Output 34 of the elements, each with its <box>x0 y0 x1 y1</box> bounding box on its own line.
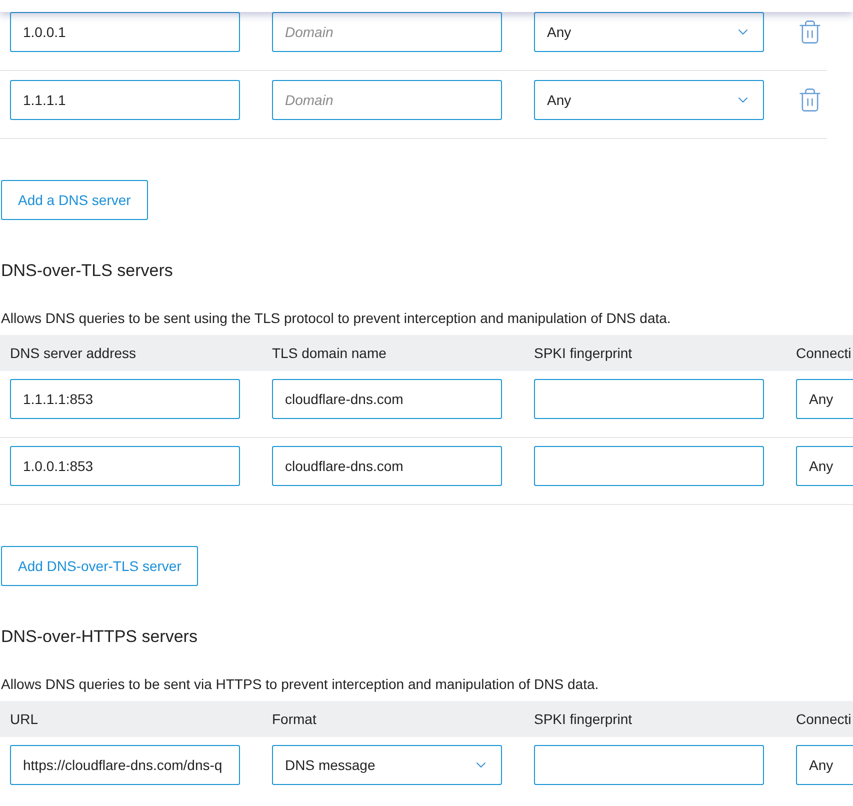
column-header: Format <box>272 710 318 728</box>
connection-select[interactable]: Any <box>796 745 853 785</box>
tls-domain-field[interactable]: cloudflare-dns.com <box>272 446 502 486</box>
address-field[interactable]: 1.1.1.1 <box>10 80 240 120</box>
column-header: SPKI fingerprint <box>534 710 634 729</box>
spki-field[interactable] <box>534 745 764 785</box>
address-field[interactable]: 1.0.0.1 <box>10 12 240 52</box>
section-title: DNS-over-TLS servers <box>1 260 174 282</box>
column-header: SPKI fingerprint <box>534 344 634 363</box>
column-header: Connecti <box>796 344 852 362</box>
domain-field[interactable]: Domain <box>272 80 502 120</box>
add-server-button[interactable]: Add a DNS server <box>1 180 148 220</box>
domain-field[interactable]: Domain <box>272 12 502 52</box>
tls-domain-field[interactable]: cloudflare-dns.com <box>272 379 502 419</box>
column-header: DNS server address <box>10 344 138 362</box>
section-title: DNS-over-HTTPS servers <box>1 626 198 648</box>
address-field[interactable]: 1.0.0.1:853 <box>10 446 240 486</box>
connection-select[interactable]: Any <box>534 80 764 120</box>
format-select[interactable]: DNS message <box>272 745 502 785</box>
column-header: URL <box>10 710 40 728</box>
url-field[interactable]: https://cloudflare-dns.com/dns-q <box>10 745 240 785</box>
connection-select[interactable]: Any <box>796 379 853 419</box>
column-header: TLS domain name <box>272 344 388 362</box>
address-field[interactable]: 1.1.1.1:853 <box>10 379 240 419</box>
trash-icon[interactable] <box>797 87 823 113</box>
connection-select[interactable]: Any <box>796 446 853 486</box>
spki-field[interactable] <box>534 446 764 486</box>
connection-select[interactable]: Any <box>534 12 764 52</box>
spki-field[interactable] <box>534 379 764 419</box>
column-header: Connecti <box>796 710 852 728</box>
add-server-button[interactable]: Add DNS-over-TLS server <box>1 546 198 586</box>
trash-icon[interactable] <box>797 19 823 45</box>
section-description: Allows DNS queries to be sent via HTTPS to prevent interception and manipulation of DNS data. <box>1 675 600 693</box>
section-description: Allows DNS queries to be sent using the TLS protocol to prevent interception and manipulation of DNS data. <box>1 309 672 327</box>
